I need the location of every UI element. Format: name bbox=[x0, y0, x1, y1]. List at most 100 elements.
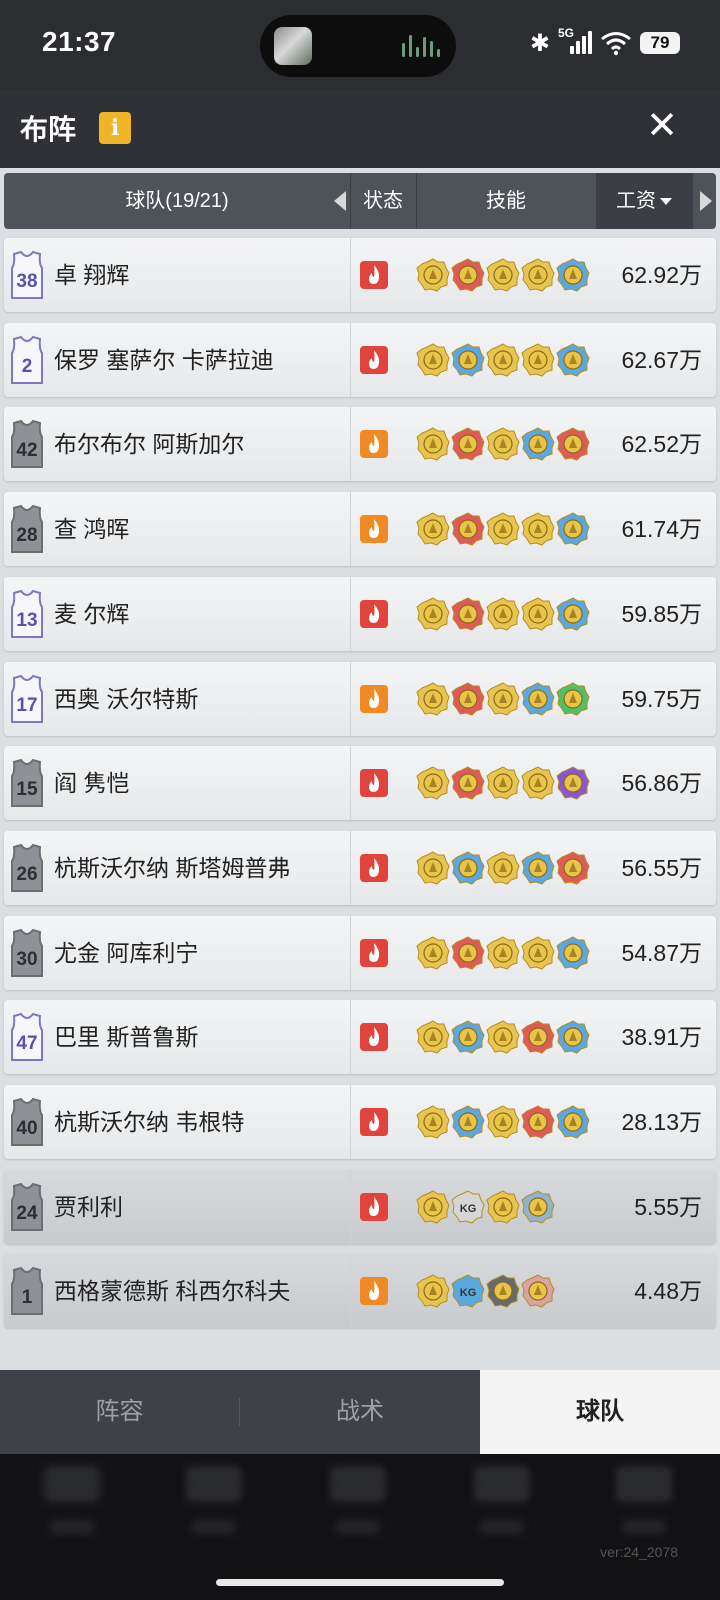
skill-badge-icon[interactable] bbox=[521, 258, 555, 292]
skill-badge-icon[interactable] bbox=[486, 427, 520, 461]
tab-tactics[interactable]: 战术 bbox=[240, 1370, 480, 1454]
skill-badge-icon[interactable] bbox=[556, 851, 590, 885]
player-row[interactable]: 40 杭斯沃尔纳 韦根特 28.13万 bbox=[4, 1085, 716, 1159]
skill-badge-icon[interactable] bbox=[521, 597, 555, 631]
skill-badge-icon[interactable] bbox=[521, 1105, 555, 1139]
skill-badge-icon[interactable] bbox=[521, 512, 555, 546]
skill-badge-icon[interactable] bbox=[416, 258, 450, 292]
skill-badge-icon[interactable] bbox=[521, 681, 555, 716]
skill-badge-icon[interactable] bbox=[451, 258, 485, 292]
skill-badge-icon[interactable] bbox=[416, 766, 450, 800]
skill-badge-icon[interactable] bbox=[486, 936, 520, 970]
skill-badge-icon[interactable] bbox=[416, 936, 450, 970]
skill-badge-icon[interactable] bbox=[556, 597, 590, 631]
state-flame-icon[interactable] bbox=[360, 261, 388, 289]
player-row[interactable]: 17 西奥 沃尔特斯 59.75万 bbox=[4, 661, 716, 736]
skill-badge-icon[interactable]: KG bbox=[451, 1190, 485, 1224]
player-row[interactable]: 1 西格蒙德斯 科西尔科夫 KG 4.48万 bbox=[4, 1254, 716, 1329]
skill-badge-icon[interactable] bbox=[556, 936, 590, 970]
skill-badge-icon[interactable] bbox=[451, 851, 485, 885]
state-flame-icon[interactable] bbox=[360, 1108, 388, 1136]
skill-badge-icon[interactable] bbox=[486, 597, 520, 631]
state-flame-icon[interactable] bbox=[360, 1023, 388, 1052]
player-row[interactable]: 38 卓 翔辉 62.92万 bbox=[4, 238, 716, 312]
skill-badge-icon[interactable] bbox=[521, 1190, 555, 1224]
skill-badge-icon[interactable] bbox=[486, 1190, 520, 1224]
skill-badge-icon[interactable] bbox=[486, 851, 520, 885]
close-button[interactable]: ✕ bbox=[642, 106, 682, 146]
state-flame-icon[interactable] bbox=[360, 1277, 388, 1306]
column-team[interactable]: 球队(19/21) bbox=[4, 173, 351, 229]
skill-badge-icon[interactable] bbox=[556, 258, 590, 292]
tab-lineup[interactable]: 阵容 bbox=[0, 1370, 239, 1454]
state-flame-icon[interactable] bbox=[360, 515, 388, 544]
skill-badge-icon[interactable] bbox=[451, 512, 485, 546]
skill-badge-icon[interactable] bbox=[521, 343, 555, 377]
skill-badge-icon[interactable] bbox=[521, 851, 555, 885]
skill-badge-icon[interactable] bbox=[416, 597, 450, 631]
player-row[interactable]: 30 尤金 阿库利宁 54.87万 bbox=[4, 915, 716, 990]
state-flame-icon[interactable] bbox=[360, 345, 388, 374]
column-skill[interactable]: 技能 bbox=[416, 173, 597, 229]
home-indicator[interactable] bbox=[216, 1579, 504, 1586]
skill-badge-icon[interactable] bbox=[486, 1105, 520, 1139]
state-flame-icon[interactable] bbox=[360, 853, 388, 882]
skill-badge-icon[interactable] bbox=[451, 1020, 485, 1054]
skill-badge-icon[interactable] bbox=[521, 1274, 555, 1308]
scroll-left-arrow-icon[interactable] bbox=[334, 191, 346, 211]
skill-badge-icon[interactable] bbox=[556, 766, 590, 800]
skill-badge-icon[interactable] bbox=[416, 1274, 450, 1308]
player-row[interactable]: 24 贾利利 KG 5.55万 bbox=[4, 1169, 716, 1244]
skill-badge-icon[interactable] bbox=[486, 681, 520, 716]
player-row[interactable]: 2 保罗 塞萨尔 卡萨拉迪 62.67万 bbox=[4, 322, 716, 397]
skill-badge-icon[interactable] bbox=[416, 427, 450, 461]
skill-badge-icon[interactable] bbox=[451, 936, 485, 970]
skill-badge-icon[interactable] bbox=[486, 343, 520, 377]
skill-badge-icon[interactable] bbox=[486, 1020, 520, 1054]
skill-badge-icon[interactable] bbox=[521, 766, 555, 800]
skill-badge-icon[interactable] bbox=[416, 1105, 450, 1139]
player-row[interactable]: 26 杭斯沃尔纳 斯塔姆普弗 56.55万 bbox=[4, 830, 716, 905]
column-salary-sort[interactable]: 工资 bbox=[596, 173, 693, 229]
state-flame-icon[interactable] bbox=[360, 769, 388, 798]
player-row[interactable]: 42 布尔布尔 阿斯加尔 62.52万 bbox=[4, 407, 716, 482]
skill-badge-icon[interactable]: KG bbox=[451, 1274, 485, 1308]
skill-badge-icon[interactable] bbox=[451, 681, 485, 716]
skill-badge-icon[interactable] bbox=[416, 343, 450, 377]
skill-badge-icon[interactable] bbox=[556, 1105, 590, 1139]
skill-badge-icon[interactable] bbox=[556, 343, 590, 377]
skill-badge-icon[interactable] bbox=[556, 681, 590, 716]
skill-badge-icon[interactable] bbox=[486, 258, 520, 292]
tab-team[interactable]: 球队 bbox=[480, 1370, 720, 1454]
dynamic-island[interactable] bbox=[260, 15, 456, 77]
skill-badge-icon[interactable] bbox=[416, 1190, 450, 1224]
player-row[interactable]: 47 巴里 斯普鲁斯 38.91万 bbox=[4, 1000, 716, 1075]
scroll-right-arrow-icon[interactable] bbox=[700, 191, 712, 211]
skill-badge-icon[interactable] bbox=[521, 936, 555, 970]
player-row[interactable]: 15 阎 隽恺 56.86万 bbox=[4, 746, 716, 821]
skill-badge-icon[interactable] bbox=[486, 766, 520, 800]
skill-badge-icon[interactable] bbox=[521, 1020, 555, 1054]
skill-badge-icon[interactable] bbox=[416, 512, 450, 546]
skill-badge-icon[interactable] bbox=[416, 1020, 450, 1054]
state-flame-icon[interactable] bbox=[360, 684, 388, 713]
skill-badge-icon[interactable] bbox=[556, 1020, 590, 1054]
state-flame-icon[interactable] bbox=[360, 430, 388, 459]
skill-badge-icon[interactable] bbox=[451, 766, 485, 800]
skill-badge-icon[interactable] bbox=[416, 681, 450, 716]
skill-badge-icon[interactable] bbox=[416, 851, 450, 885]
state-flame-icon[interactable] bbox=[360, 1192, 388, 1221]
skill-badge-icon[interactable] bbox=[451, 343, 485, 377]
state-flame-icon[interactable] bbox=[360, 938, 388, 967]
skill-badge-icon[interactable] bbox=[556, 512, 590, 546]
skill-badge-icon[interactable] bbox=[451, 427, 485, 461]
player-row[interactable]: 28 查 鸿晖 61.74万 bbox=[4, 492, 716, 567]
state-flame-icon[interactable] bbox=[360, 599, 388, 628]
info-button[interactable]: i bbox=[99, 112, 131, 144]
skill-badge-icon[interactable] bbox=[451, 1105, 485, 1139]
player-row[interactable]: 13 麦 尔辉 59.85万 bbox=[4, 576, 716, 651]
skill-badge-icon[interactable] bbox=[451, 597, 485, 631]
skill-badge-icon[interactable] bbox=[486, 512, 520, 546]
column-state[interactable]: 状态 bbox=[350, 173, 417, 229]
skill-badge-icon[interactable] bbox=[521, 427, 555, 461]
